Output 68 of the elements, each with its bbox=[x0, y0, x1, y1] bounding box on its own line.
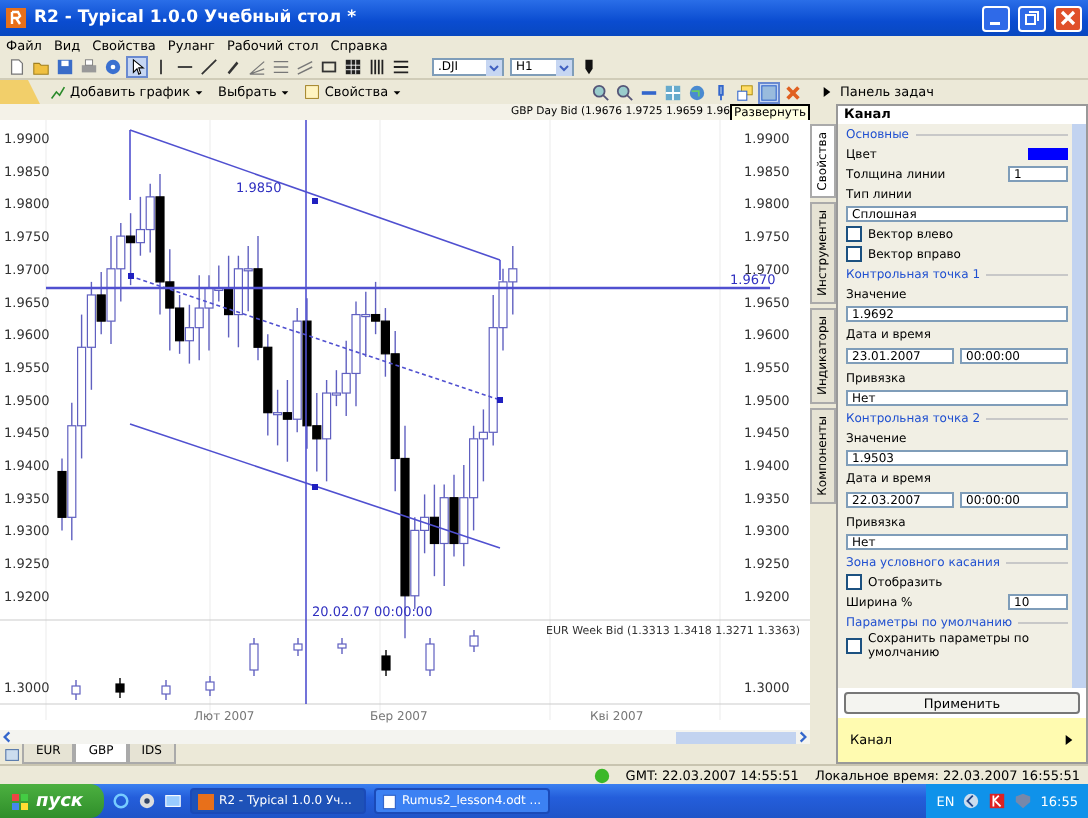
candlestick bbox=[337, 637, 347, 655]
zoom-icon[interactable] bbox=[592, 83, 610, 101]
globe-icon[interactable] bbox=[688, 83, 706, 101]
color-swatch[interactable] bbox=[1028, 148, 1068, 160]
caret-icon bbox=[280, 87, 291, 97]
app-logo-icon bbox=[197, 793, 214, 809]
window-grid-icon[interactable] bbox=[664, 83, 682, 101]
desktop-icon[interactable] bbox=[163, 792, 182, 810]
arrow-icon[interactable] bbox=[962, 792, 981, 810]
sheet-icon[interactable] bbox=[4, 746, 22, 764]
checkbox[interactable] bbox=[846, 574, 862, 590]
zoom-icon[interactable] bbox=[616, 83, 634, 101]
window-icon[interactable] bbox=[760, 83, 778, 101]
checkbox[interactable] bbox=[846, 638, 862, 654]
save-icon[interactable] bbox=[56, 58, 74, 76]
parallel-lines-icon[interactable] bbox=[272, 58, 290, 76]
windows-logo-icon bbox=[10, 791, 30, 811]
candlestick bbox=[115, 677, 125, 699]
candlestick bbox=[381, 649, 391, 677]
rectangle-icon[interactable] bbox=[320, 58, 338, 76]
pin-icon[interactable] bbox=[712, 83, 730, 101]
candlestick bbox=[293, 637, 303, 657]
channel-edge-line bbox=[499, 259, 501, 281]
pen-icon[interactable] bbox=[224, 58, 242, 76]
checkbox[interactable] bbox=[846, 226, 862, 242]
media-icon[interactable] bbox=[137, 792, 156, 810]
close-icon bbox=[1060, 10, 1076, 26]
app-logo-icon bbox=[6, 8, 26, 28]
expand-arrow-icon[interactable] bbox=[822, 86, 832, 98]
printer-icon[interactable] bbox=[80, 58, 98, 76]
cursor-icon[interactable] bbox=[128, 58, 146, 76]
candlestick bbox=[249, 637, 259, 677]
grid-icon[interactable] bbox=[344, 58, 362, 76]
windows-icon[interactable] bbox=[736, 83, 754, 101]
fan-lines-icon[interactable] bbox=[248, 58, 266, 76]
caret-icon bbox=[392, 87, 403, 97]
channel-icon[interactable] bbox=[296, 58, 314, 76]
arrow-icon bbox=[1064, 734, 1074, 746]
caret-icon bbox=[194, 87, 205, 97]
document-icon bbox=[304, 84, 321, 100]
restore-icon bbox=[1024, 10, 1040, 26]
restore-button[interactable] bbox=[1018, 5, 1046, 31]
new-file-icon[interactable] bbox=[8, 58, 26, 76]
candlestick bbox=[425, 637, 435, 677]
dropdown-arrow-icon bbox=[556, 59, 572, 75]
checkbox[interactable] bbox=[846, 246, 862, 262]
pointer-hand-icon[interactable] bbox=[580, 58, 598, 76]
chart-line-icon bbox=[50, 84, 66, 100]
list-icon[interactable] bbox=[392, 58, 410, 76]
horizontal-scrollbar[interactable] bbox=[0, 730, 810, 744]
trend-line-icon[interactable] bbox=[200, 58, 218, 76]
scroll-left-icon[interactable] bbox=[0, 730, 14, 744]
minimize-button[interactable] bbox=[982, 5, 1010, 31]
channel-edge-line bbox=[129, 129, 131, 201]
vertical-scrollbar[interactable] bbox=[1072, 124, 1086, 688]
close-button[interactable] bbox=[1054, 5, 1082, 31]
close-icon[interactable] bbox=[784, 83, 802, 101]
window-title: R2 - Typical 1.0.0 Учебный стол * bbox=[34, 8, 357, 28]
columns-icon[interactable] bbox=[368, 58, 386, 76]
candlestick bbox=[469, 629, 479, 653]
candlestick bbox=[205, 675, 215, 697]
folder-icon[interactable] bbox=[32, 58, 50, 76]
dropdown-arrow-icon bbox=[486, 59, 502, 75]
candlestick bbox=[161, 679, 171, 701]
candlestick bbox=[71, 679, 81, 701]
scroll-right-icon[interactable] bbox=[796, 730, 810, 744]
status-led-icon bbox=[593, 767, 610, 783]
document-icon bbox=[381, 793, 396, 809]
